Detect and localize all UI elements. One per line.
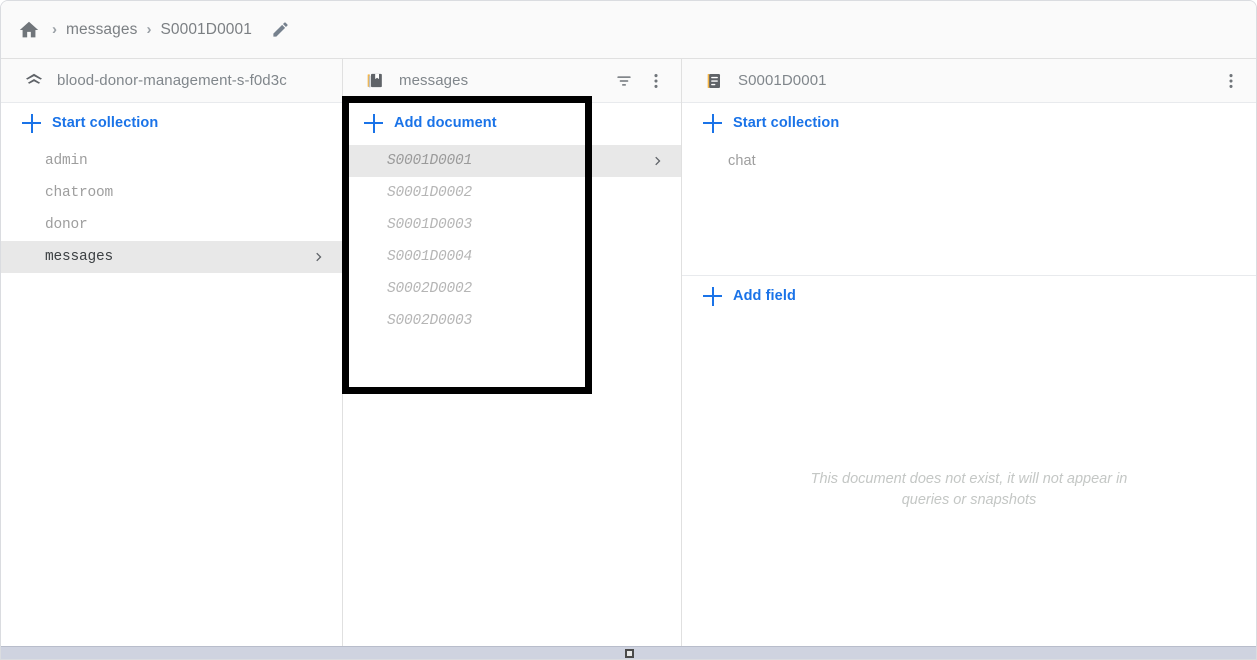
document-list-item-label: S0002D0002 <box>387 281 667 297</box>
subcollection-list-item-label: chat <box>728 153 1242 169</box>
plus-icon <box>364 114 383 133</box>
plus-icon <box>703 287 722 306</box>
scrollbar-handle[interactable] <box>625 649 634 658</box>
panel-container: blood-donor-management-s-f0d3c Start col… <box>1 59 1256 648</box>
home-icon[interactable] <box>15 16 43 44</box>
add-field-button[interactable]: Add field <box>682 276 1256 316</box>
collection-list-item-label: messages <box>45 249 310 265</box>
collection-panel: messages <box>343 59 682 648</box>
breadcrumb-item-messages[interactable]: messages <box>66 21 137 39</box>
document-header-actions <box>1216 66 1246 96</box>
collection-list-item[interactable]: admin <box>1 145 342 177</box>
document-list-item[interactable]: S0002D0002 <box>343 273 681 305</box>
document-list-item[interactable]: S0001D0003 <box>343 209 681 241</box>
document-list-item-label: S0001D0003 <box>387 217 667 233</box>
add-document-label: Add document <box>394 115 497 131</box>
document-list-item-label: S0002D0003 <box>387 313 667 329</box>
document-empty-message: This document does not exist, it will no… <box>682 469 1256 511</box>
collection-list-item-label: chatroom <box>45 185 328 201</box>
firebase-project-icon <box>23 70 45 92</box>
breadcrumb: › messages › S0001D0001 <box>1 1 1256 59</box>
collection-list-item[interactable]: messages <box>1 241 342 273</box>
document-list-item-label: S0001D0001 <box>387 153 649 169</box>
pencil-edit-icon[interactable] <box>268 17 294 43</box>
breadcrumb-item-document[interactable]: S0001D0001 <box>160 21 252 39</box>
project-panel-header: blood-donor-management-s-f0d3c <box>1 59 342 103</box>
subcollection-list-item[interactable]: chat <box>682 145 1256 177</box>
plus-icon <box>703 114 722 133</box>
collection-list: admin chatroom donor messages <box>1 143 342 273</box>
more-vert-icon-document[interactable] <box>1216 66 1246 96</box>
document-list-item[interactable]: S0002D0003 <box>343 305 681 337</box>
collection-name: messages <box>399 72 609 89</box>
horizontal-scrollbar[interactable] <box>1 646 1257 659</box>
start-collection-button[interactable]: Start collection <box>1 103 342 143</box>
start-collection-label: Start collection <box>52 115 158 131</box>
document-panel-header: S0001D0001 <box>682 59 1256 103</box>
chevron-right-icon <box>649 153 667 169</box>
document-icon <box>704 70 726 92</box>
filter-icon[interactable] <box>609 66 639 96</box>
collection-list-item[interactable]: chatroom <box>1 177 342 209</box>
collection-list-item[interactable]: donor <box>1 209 342 241</box>
collection-list-item-label: donor <box>45 217 328 233</box>
subcollection-list: chat <box>682 143 1256 177</box>
document-id: S0001D0001 <box>738 72 1216 89</box>
collection-panel-header: messages <box>343 59 681 103</box>
project-panel: blood-donor-management-s-f0d3c Start col… <box>1 59 343 648</box>
document-list-item-label: S0001D0002 <box>387 185 667 201</box>
start-subcollection-button[interactable]: Start collection <box>682 103 1256 143</box>
document-list-item[interactable]: S0001D0001 <box>343 145 681 177</box>
document-list: S0001D0001 S0001D0002 S0001D0003 S0001D0004… <box>343 143 681 337</box>
firestore-data-console: › messages › S0001D0001 blood-donor-mana… <box>0 0 1257 660</box>
document-list-item-label: S0001D0004 <box>387 249 667 265</box>
document-panel: S0001D0001 Start collection chat <box>682 59 1256 648</box>
chevron-right-icon <box>310 249 328 265</box>
add-field-label: Add field <box>733 288 796 304</box>
project-name: blood-donor-management-s-f0d3c <box>57 72 332 89</box>
start-subcollection-label: Start collection <box>733 115 839 131</box>
more-vert-icon-collection[interactable] <box>641 66 671 96</box>
breadcrumb-separator-1: › <box>52 22 57 37</box>
collection-list-item-label: admin <box>45 153 328 169</box>
collection-header-actions <box>609 66 671 96</box>
document-list-item[interactable]: S0001D0004 <box>343 241 681 273</box>
collection-icon <box>365 70 387 92</box>
breadcrumb-separator-2: › <box>146 22 151 37</box>
add-document-button[interactable]: Add document <box>343 103 681 143</box>
document-list-item[interactable]: S0001D0002 <box>343 177 681 209</box>
plus-icon <box>22 114 41 133</box>
